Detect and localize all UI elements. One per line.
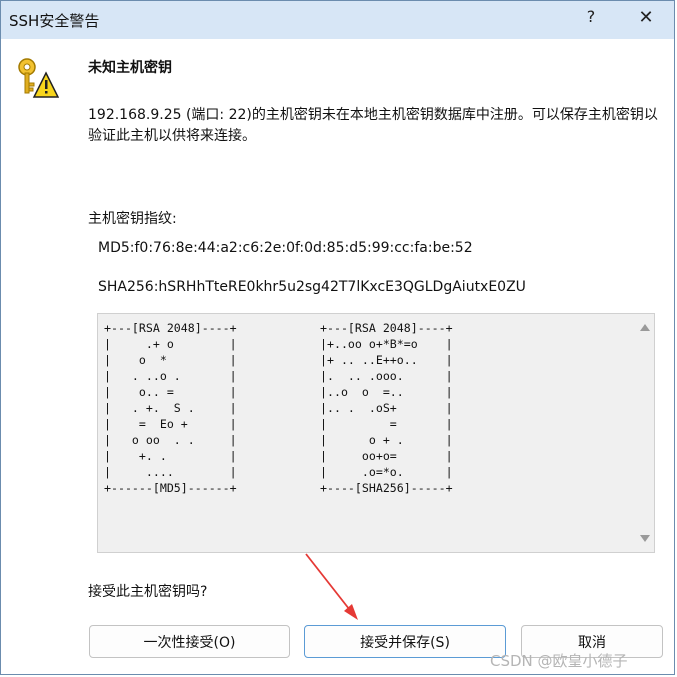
accept-and-save-button[interactable]: 接受并保存(S) [304,625,506,658]
ssh-warning-dialog: SSH安全警告 ? ✕ 未知主机密钥 192.168.9.25 (端口: 22)… [0,0,675,675]
scroll-up-arrow-icon[interactable] [640,324,650,331]
accept-once-button[interactable]: 一次性接受(O) [89,625,290,658]
sha256-fingerprint: SHA256:hSRHhTteRE0khr5u2sg42T7lKxcE3QGLD… [98,279,526,295]
md5-fingerprint: MD5:f0:76:8e:44:a2:c6:2e:0f:0d:85:d5:99:… [98,240,473,256]
accept-question: 接受此主机密钥吗? [88,584,208,600]
randomart-md5: +---[RSA 2048]----+ | .+ o | | o * | | .… [104,321,237,495]
title-bar: SSH安全警告 ? ✕ [1,1,674,39]
window-title: SSH安全警告 [9,12,100,30]
dialog-message: 192.168.9.25 (端口: 22)的主机密钥未在本地主机密钥数据库中注册… [88,107,658,144]
scroll-down-arrow-icon[interactable] [640,535,650,542]
vertical-scrollbar[interactable] [636,314,654,552]
randomart-sha256: +---[RSA 2048]----+ |+..oo o+*B*=o | |+ … [320,321,453,495]
key-warning-icon [18,58,59,98]
fingerprint-label: 主机密钥指纹: [88,211,177,227]
dialog-heading: 未知主机密钥 [88,60,172,76]
randomart-panel[interactable]: +---[RSA 2048]----+ | .+ o | | o * | | .… [97,313,655,553]
help-button[interactable]: ? [581,7,601,33]
close-button[interactable]: ✕ [633,7,659,33]
watermark: CSDN @欧皇小德子 [490,652,628,670]
